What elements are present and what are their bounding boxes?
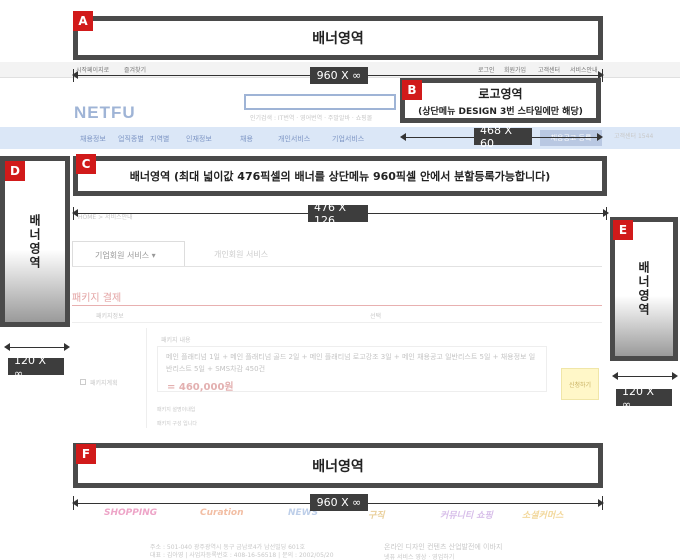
side-support-text: 고객센터 1544 (614, 133, 654, 140)
dimension-arrow-right-f (598, 499, 604, 507)
banner-e-label: 배너영역 (636, 261, 651, 317)
banner-area-d: 배너영역 (0, 156, 70, 327)
signup-link[interactable]: 회원가입 (504, 65, 526, 74)
main-nav: 채용정보 업직종별 지역별 인재정보 채용 개인서비스 기업서비스 채용공고 등… (0, 127, 680, 149)
badge-a: A (73, 11, 93, 31)
column-package-info: 패키지정보 (96, 313, 124, 320)
badge-f: F (76, 444, 96, 464)
dimension-tick (606, 207, 607, 220)
site-logo[interactable]: NETFU (74, 103, 136, 123)
nav-item-by-region[interactable]: 지역별 (150, 134, 169, 144)
badge-b: B (402, 80, 422, 100)
badge-d: D (5, 161, 25, 181)
customer-center-link[interactable]: 고객센터 (538, 65, 560, 74)
tab-company-service-label: 기업회원 서비스 ▾ (95, 251, 156, 260)
footer-brand-link[interactable]: SHOPPING (104, 508, 157, 518)
column-select: 선택 (370, 313, 382, 320)
dimension-tick (73, 207, 74, 220)
banner-area-c: 배너영역 (최대 넓이값 476픽셀의 배너를 상단메뉴 960픽셀 안에서 분… (73, 156, 607, 196)
apply-button[interactable]: 신청하기 (561, 368, 599, 400)
package-note-1: 패키지 설명이내입 (157, 407, 196, 413)
section-divider (72, 305, 602, 306)
start-page-link[interactable]: 시작페이지로 (76, 65, 109, 74)
logo-area-title: 로고영역 (478, 86, 523, 101)
footer-ceo-info: 대표 : 김아영 | 사업자등록번호 : 408-16-56518 | 문의 :… (150, 552, 334, 559)
service-guide-link[interactable]: 서비스안내 (570, 65, 598, 74)
dimension-tick (602, 69, 603, 82)
package-checkbox-label: 패키지계획 (90, 380, 118, 387)
tab-divider (72, 266, 602, 267)
badge-e: E (613, 220, 633, 240)
nav-item-by-job[interactable]: 업직종별 (118, 134, 144, 144)
dimension-arrow-left-b (400, 133, 406, 141)
footer-slogan: 온라인 디자인 컨텐츠 산업발전에 이바지 (384, 543, 503, 551)
nav-item-talent[interactable]: 인재정보 (186, 134, 212, 144)
dimension-line-d (6, 347, 66, 348)
package-checkbox[interactable] (80, 379, 86, 385)
post-job-button[interactable]: 채용공고 등록 (540, 130, 602, 146)
banner-d-label: 배너영역 (27, 213, 42, 270)
banner-c-label: 배너영역 (최대 넓이값 476픽셀의 배너를 상단메뉴 960픽셀 안에서 분… (129, 170, 551, 183)
dimension-label-b: 468 X 60 (474, 124, 532, 150)
section-title: 패키지 결제 (72, 293, 122, 304)
dimension-arrow-right-e (672, 372, 678, 380)
dimension-arrow-left-e (612, 372, 618, 380)
banner-area-f: 배너영역 (73, 443, 603, 488)
footer-brand-link[interactable]: 소셜커머스 (522, 508, 563, 521)
bookmark-link[interactable]: 즐겨찾기 (124, 65, 146, 74)
banner-f-label: 배너영역 (312, 458, 364, 475)
dimension-tick (602, 496, 603, 510)
nav-item-company-service[interactable]: 기업서비스 (332, 134, 364, 144)
dimension-label-d: 120 X ∞ (8, 354, 64, 380)
table-header-divider (72, 322, 602, 323)
banner-a-label: 배너영역 (312, 31, 364, 47)
tab-personal-service[interactable]: 개인회원 서비스 (214, 249, 268, 260)
footer-service-link[interactable]: 넷퓨 서비스 영상 · 영업하기 (384, 552, 454, 560)
dimension-line-e (614, 376, 676, 377)
dimension-arrow-left-d (4, 343, 10, 351)
popular-search-text: 인기검색 : IT번역 · 영어번역 · 주말알바 · 쇼핑몰 (250, 115, 373, 122)
dimension-label-f: 960 X ∞ (310, 494, 368, 511)
dimension-tick (73, 69, 74, 82)
nav-item-jobs[interactable]: 채용정보 (80, 134, 106, 144)
footer-brand-link[interactable]: 구직 (368, 508, 385, 521)
package-content-head: 패키지 내용 (161, 337, 191, 344)
tab-company-service[interactable]: 기업회원 서비스 ▾ (72, 241, 185, 266)
dimension-label-e: 120 X ∞ (616, 385, 672, 411)
package-note-2: 패키지 구성 입니다 (157, 421, 197, 427)
footer-brand-link[interactable]: Curation (200, 508, 244, 518)
dimension-label-a: 960 X ∞ (310, 67, 368, 84)
search-input[interactable] (244, 94, 396, 110)
logo-area-b: 로고영역 (상단메뉴 DESIGN 3번 스타일에만 해당) (400, 78, 601, 123)
badge-c: C (76, 154, 96, 174)
dimension-arrow-right-d (64, 343, 70, 351)
dimension-arrow-right-b (597, 133, 603, 141)
banner-area-a: 배너영역 (73, 16, 603, 60)
nav-item-recruit[interactable]: 채용 (240, 134, 253, 144)
nav-item-personal-service[interactable]: 개인서비스 (278, 134, 310, 144)
dimension-label-c: 476 X 126 (308, 201, 368, 227)
logo-area-subtitle: (상단메뉴 DESIGN 3번 스타일에만 해당) (418, 106, 583, 117)
dimension-tick (73, 496, 74, 510)
package-price: = 460,000원 (167, 382, 234, 393)
package-content-cell: 패키지 내용 메인 플래티넘 1일 + 메인 플래티넘 골드 2일 + 메인 플… (146, 328, 602, 428)
login-link[interactable]: 로그인 (478, 65, 495, 74)
footer-brand-link[interactable]: 커뮤니티 쇼핑 (440, 508, 493, 521)
